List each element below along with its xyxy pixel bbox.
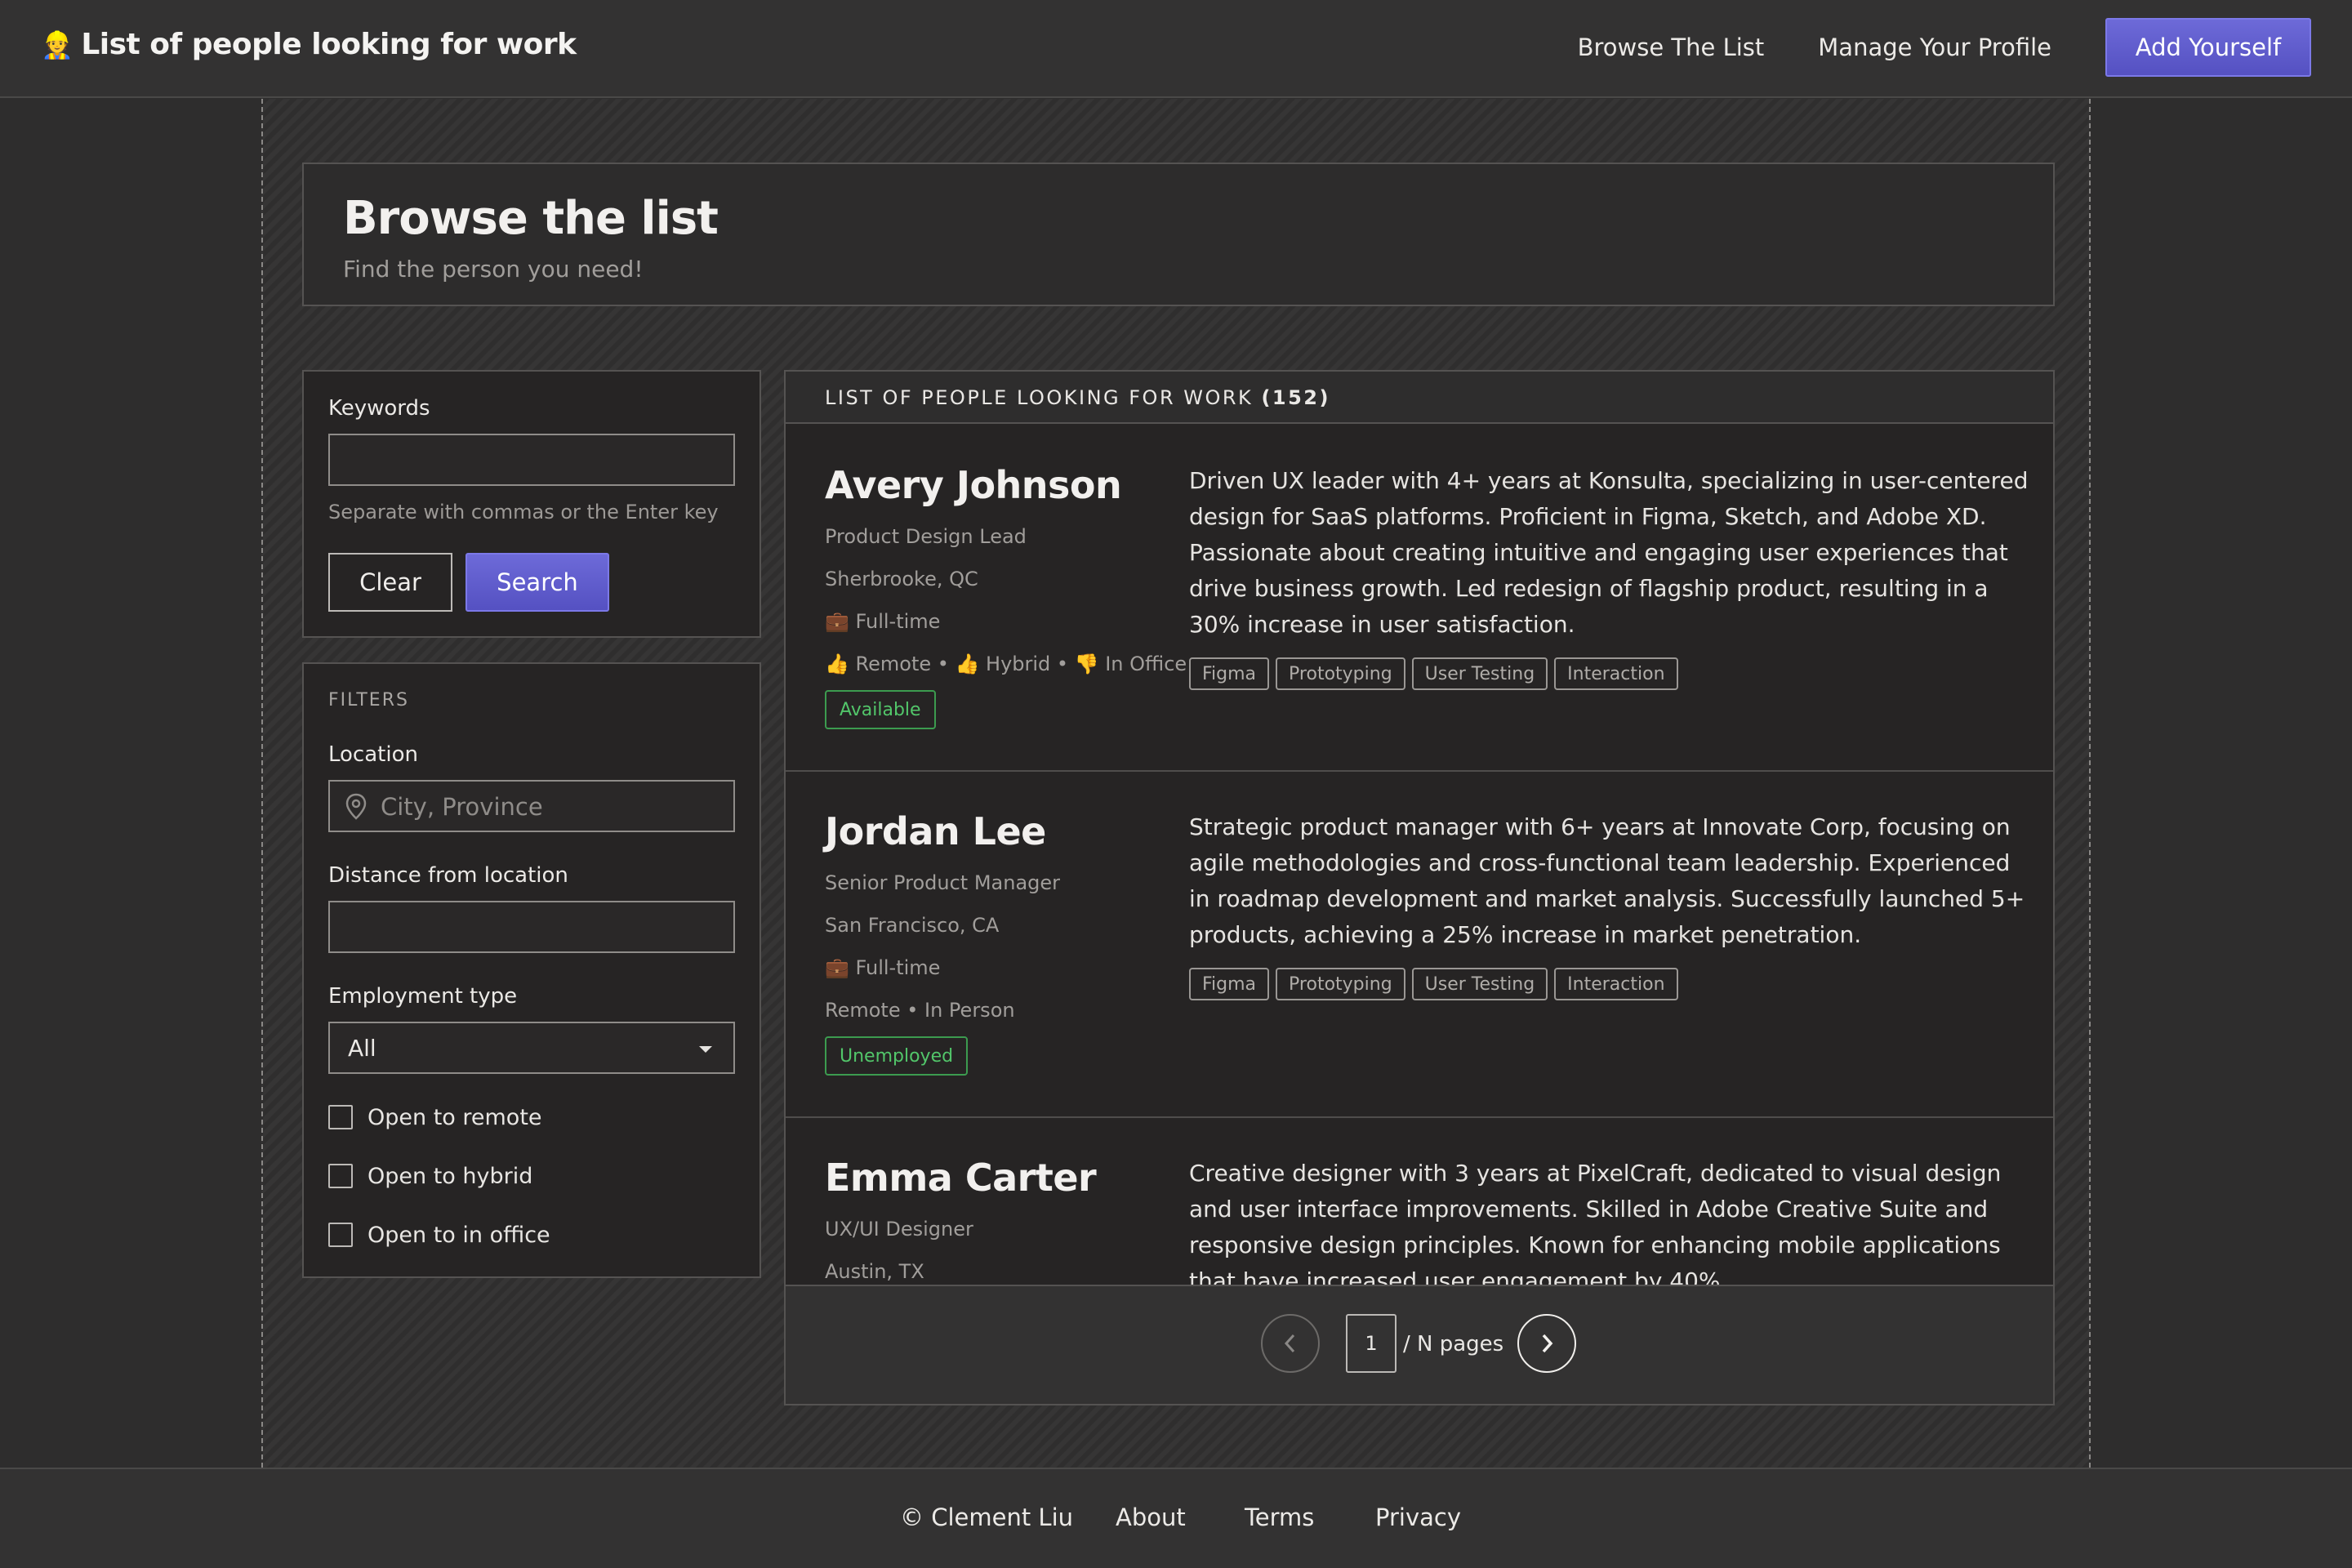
footer-terms-link[interactable]: Terms <box>1245 1503 1314 1531</box>
skill-tag: Prototyping <box>1276 657 1405 690</box>
keywords-hint: Separate with commas or the Enter key <box>328 501 719 523</box>
location-label: Location <box>328 742 418 767</box>
status-badge: Unemployed <box>825 1036 969 1076</box>
list-item[interactable]: Avery Johnson Product Design Lead Sherbr… <box>786 425 2053 772</box>
person-employment: 💼 Full-time <box>825 956 941 979</box>
person-location: Austin, TX <box>825 1260 924 1283</box>
main-content: Browse the list Find the person you need… <box>261 99 2091 1468</box>
person-title: UX/UI Designer <box>825 1218 973 1241</box>
keyword-search-panel: Keywords Separate with commas or the Ent… <box>302 370 761 638</box>
open-to-in-office-checkbox[interactable] <box>328 1223 353 1247</box>
list-heading-text: LIST OF PEOPLE LOOKING FOR WORK <box>825 386 1254 409</box>
person-title: Product Design Lead <box>825 525 1027 548</box>
keywords-input[interactable] <box>328 434 735 486</box>
list-count: (152) <box>1261 386 1330 409</box>
employment-type-value: All <box>348 1035 376 1062</box>
person-location: Sherbrooke, QC <box>825 568 978 590</box>
page-header: Browse the list Find the person you need… <box>302 163 2055 306</box>
open-to-remote-label: Open to remote <box>368 1105 542 1130</box>
skill-tag: Figma <box>1189 968 1270 1000</box>
filters-title: FILTERS <box>328 690 409 710</box>
page-subtitle: Find the person you need! <box>343 256 644 283</box>
construction-worker-icon: 👷 <box>41 29 74 60</box>
footer-about-link[interactable]: About <box>1116 1503 1186 1531</box>
person-name[interactable]: Avery Johnson <box>825 463 1122 507</box>
chevron-down-icon <box>699 1046 712 1053</box>
person-location: San Francisco, CA <box>825 914 1000 937</box>
footer-privacy-link[interactable]: Privacy <box>1375 1503 1461 1531</box>
distance-label: Distance from location <box>328 863 568 888</box>
top-nav: 👷 List of people looking for work Browse… <box>0 0 2352 98</box>
nav-browse-link[interactable]: Browse The List <box>1578 33 1765 61</box>
open-to-hybrid-checkbox[interactable] <box>328 1164 353 1188</box>
person-bio: Strategic product manager with 6+ years … <box>1189 813 2025 948</box>
skill-tags: Figma Prototyping User Testing Interacti… <box>1189 657 1685 690</box>
list-title: LIST OF PEOPLE LOOKING FOR WORK (152) <box>825 386 1330 409</box>
person-employment: 💼 Full-time <box>825 610 941 633</box>
brand[interactable]: 👷 List of people looking for work <box>41 28 577 61</box>
employment-type-select[interactable]: All <box>328 1022 735 1074</box>
skill-tag: Interaction <box>1554 657 1678 690</box>
location-placeholder: City, Province <box>381 793 543 821</box>
person-bio: Creative designer with 3 years at PixelC… <box>1189 1160 2002 1285</box>
people-list-panel: LIST OF PEOPLE LOOKING FOR WORK (152) Av… <box>784 370 2055 1405</box>
person-title: Senior Product Manager <box>825 871 1061 894</box>
open-to-hybrid-label: Open to hybrid <box>368 1164 533 1189</box>
page-count-label: / N pages <box>1403 1332 1504 1356</box>
previous-page-button[interactable] <box>1261 1314 1320 1373</box>
skill-tag: Interaction <box>1554 968 1678 1000</box>
map-pin-icon <box>345 793 368 824</box>
person-bio: Driven UX leader with 4+ years at Konsul… <box>1189 467 2029 638</box>
open-to-in-office-label: Open to in office <box>368 1223 550 1248</box>
location-input[interactable]: City, Province <box>328 780 735 832</box>
skill-tags: Figma Prototyping User Testing Interacti… <box>1189 968 1685 1000</box>
page-number-input[interactable]: 1 <box>1346 1314 1396 1373</box>
chevron-left-icon <box>1284 1334 1295 1353</box>
skill-tag: Figma <box>1189 657 1270 690</box>
pagination: 1 / N pages <box>786 1285 2053 1404</box>
filters-panel: FILTERS Location City, Province Distance… <box>302 662 761 1278</box>
keywords-label: Keywords <box>328 396 430 421</box>
skill-tag: User Testing <box>1411 657 1548 690</box>
open-to-remote-checkbox[interactable] <box>328 1105 353 1129</box>
person-work-modes: Remote • In Person <box>825 999 1015 1022</box>
copyright: © Clement Liu <box>900 1503 1074 1531</box>
nav-manage-profile-link[interactable]: Manage Your Profile <box>1818 33 2051 61</box>
clear-button[interactable]: Clear <box>328 553 452 612</box>
people-list[interactable]: Avery Johnson Product Design Lead Sherbr… <box>786 425 2053 1285</box>
add-yourself-button[interactable]: Add Yourself <box>2105 18 2311 77</box>
status-badge: Available <box>825 690 936 729</box>
skill-tag: Prototyping <box>1276 968 1405 1000</box>
person-name[interactable]: Emma Carter <box>825 1156 1097 1200</box>
next-page-button[interactable] <box>1517 1314 1576 1373</box>
list-item[interactable]: Emma Carter UX/UI Designer Austin, TX Cr… <box>786 1118 2053 1285</box>
skill-tag: User Testing <box>1411 968 1548 1000</box>
list-header: LIST OF PEOPLE LOOKING FOR WORK (152) <box>786 372 2053 424</box>
distance-input[interactable] <box>328 901 735 953</box>
page-title: Browse the list <box>343 192 719 245</box>
nav-links: Browse The List Manage Your Profile Add … <box>1578 18 2311 77</box>
brand-title: List of people looking for work <box>81 28 577 61</box>
list-item[interactable]: Jordan Lee Senior Product Manager San Fr… <box>786 772 2053 1118</box>
footer: © Clement Liu About Terms Privacy <box>0 1468 2352 1568</box>
search-button[interactable]: Search <box>466 553 609 612</box>
chevron-right-icon <box>1542 1334 1553 1353</box>
employment-type-label: Employment type <box>328 984 518 1009</box>
person-name[interactable]: Jordan Lee <box>825 809 1046 853</box>
person-work-modes: 👍 Remote • 👍 Hybrid • 👎 In Office <box>825 653 1187 675</box>
